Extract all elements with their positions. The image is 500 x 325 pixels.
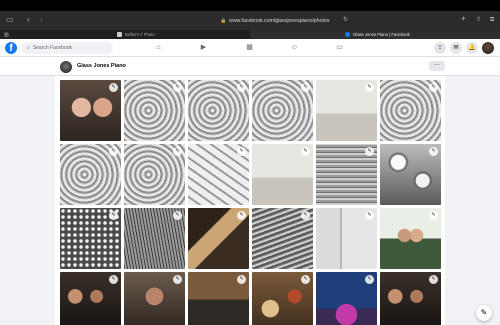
edit-photo-icon[interactable]: ✎	[301, 83, 310, 92]
search-icon: ⌕	[27, 45, 30, 51]
photo-thumbnail[interactable]: ✎	[252, 80, 313, 141]
photo-thumbnail[interactable]: ✎	[124, 80, 185, 141]
edit-photo-icon[interactable]: ✎	[109, 211, 118, 220]
back-icon[interactable]: ‹	[27, 16, 30, 24]
search-placeholder: Search Facebook	[32, 45, 73, 51]
edit-photo-icon[interactable]: ✎	[173, 147, 182, 156]
facebook-logo[interactable]: f	[5, 42, 17, 54]
edit-photo-icon[interactable]: ✎	[301, 147, 310, 156]
edit-photo-icon[interactable]: ✎	[365, 147, 374, 156]
more-options-button[interactable]: ···	[429, 61, 445, 71]
menu-grid-icon[interactable]: ⁝⁝	[434, 42, 446, 54]
share-icon[interactable]: ⇧	[476, 16, 481, 24]
edit-photo-icon[interactable]: ✎	[365, 83, 374, 92]
forward-icon[interactable]: ›	[40, 16, 43, 24]
edit-photo-icon[interactable]: ✎	[301, 275, 310, 284]
tab-sidebar-icon[interactable]: ▥	[4, 31, 9, 39]
new-message-button[interactable]: ✎	[476, 305, 492, 321]
page-avatar[interactable]	[60, 61, 72, 73]
photo-thumbnail[interactable]: ✎	[188, 272, 249, 325]
url-text: www.facebook.com/glassjonespiano/photos	[229, 17, 330, 24]
tab-bar: ▥ Bellini's // Photo Glass Jones Piano |…	[0, 30, 500, 39]
address-bar[interactable]: 🔒 www.facebook.com/glassjonespiano/photo…	[200, 15, 350, 26]
edit-photo-icon[interactable]: ✎	[429, 83, 438, 92]
gaming-icon[interactable]: ▭	[335, 44, 344, 52]
photo-thumbnail[interactable]: ✎	[380, 208, 441, 269]
account-avatar[interactable]	[482, 42, 494, 54]
page-header	[0, 57, 500, 76]
photo-thumbnail[interactable]: ✎	[252, 272, 313, 325]
edit-photo-icon[interactable]: ✎	[173, 83, 182, 92]
edit-photo-icon[interactable]: ✎	[365, 211, 374, 220]
messenger-icon[interactable]: ✉	[450, 42, 462, 54]
edit-photo-icon[interactable]: ✎	[109, 147, 118, 156]
new-tab-icon[interactable]: +	[461, 15, 466, 23]
edit-photo-icon[interactable]: ✎	[173, 211, 182, 220]
photo-thumbnail[interactable]: ✎	[252, 144, 313, 205]
photo-thumbnail[interactable]: ✎	[60, 80, 121, 141]
reload-icon[interactable]: ↻	[343, 16, 348, 24]
notifications-icon[interactable]: 🔔	[466, 42, 478, 54]
photo-thumbnail[interactable]: ✎	[124, 144, 185, 205]
sidebar-toggle-icon[interactable]: ▭	[6, 16, 14, 24]
photo-thumbnail[interactable]: ✎	[380, 80, 441, 141]
edit-photo-icon[interactable]: ✎	[237, 211, 246, 220]
marketplace-icon[interactable]: ▦	[245, 44, 254, 52]
tabs-overview-icon[interactable]: ⧉	[490, 16, 494, 24]
page-title[interactable]: Glass Jones Piano	[77, 63, 126, 69]
photo-thumbnail[interactable]: ✎	[60, 208, 121, 269]
tab-label: Bellini's // Photo	[125, 32, 155, 37]
photo-thumbnail[interactable]: ✎	[60, 272, 121, 325]
photo-thumbnail[interactable]: ✎	[380, 144, 441, 205]
photo-thumbnail[interactable]: ✎	[188, 144, 249, 205]
edit-photo-icon[interactable]: ✎	[109, 275, 118, 284]
edit-photo-icon[interactable]: ✎	[429, 211, 438, 220]
photo-thumbnail[interactable]: ✎	[252, 208, 313, 269]
edit-photo-icon[interactable]: ✎	[237, 83, 246, 92]
edit-photo-icon[interactable]: ✎	[109, 83, 118, 92]
tab-favicon-icon	[345, 32, 350, 37]
edit-photo-icon[interactable]: ✎	[429, 275, 438, 284]
photo-thumbnail[interactable]: ✎	[316, 80, 377, 141]
edit-photo-icon[interactable]: ✎	[237, 275, 246, 284]
photo-thumbnail[interactable]: ✎	[380, 272, 441, 325]
photo-thumbnail[interactable]: ✎	[188, 208, 249, 269]
edit-photo-icon[interactable]: ✎	[173, 275, 182, 284]
photo-thumbnail[interactable]: ✎	[188, 80, 249, 141]
home-icon[interactable]: ⌂	[154, 44, 163, 52]
groups-icon[interactable]: ☺	[290, 44, 299, 52]
search-input[interactable]: ⌕ Search Facebook	[22, 42, 113, 54]
edit-photo-icon[interactable]: ✎	[365, 275, 374, 284]
lock-icon: 🔒	[220, 17, 227, 23]
tab-facebook[interactable]: Glass Jones Piano | Facebook	[250, 30, 500, 39]
edit-photo-icon[interactable]: ✎	[429, 147, 438, 156]
photo-thumbnail[interactable]: ✎	[124, 272, 185, 325]
photo-thumbnail[interactable]: ✎	[316, 208, 377, 269]
status-bar	[0, 0, 500, 11]
edit-photo-icon[interactable]: ✎	[301, 211, 310, 220]
photo-thumbnail[interactable]: ✎	[60, 144, 121, 205]
tab-favicon-icon	[117, 32, 122, 37]
tab-bellini[interactable]: Bellini's // Photo	[115, 30, 245, 39]
photo-thumbnail[interactable]: ✎	[316, 272, 377, 325]
watch-icon[interactable]: ▶	[199, 44, 208, 52]
photo-thumbnail[interactable]: ✎	[316, 144, 377, 205]
tab-label: Glass Jones Piano | Facebook	[353, 32, 410, 37]
edit-photo-icon[interactable]: ✎	[237, 147, 246, 156]
photo-thumbnail[interactable]: ✎	[124, 208, 185, 269]
